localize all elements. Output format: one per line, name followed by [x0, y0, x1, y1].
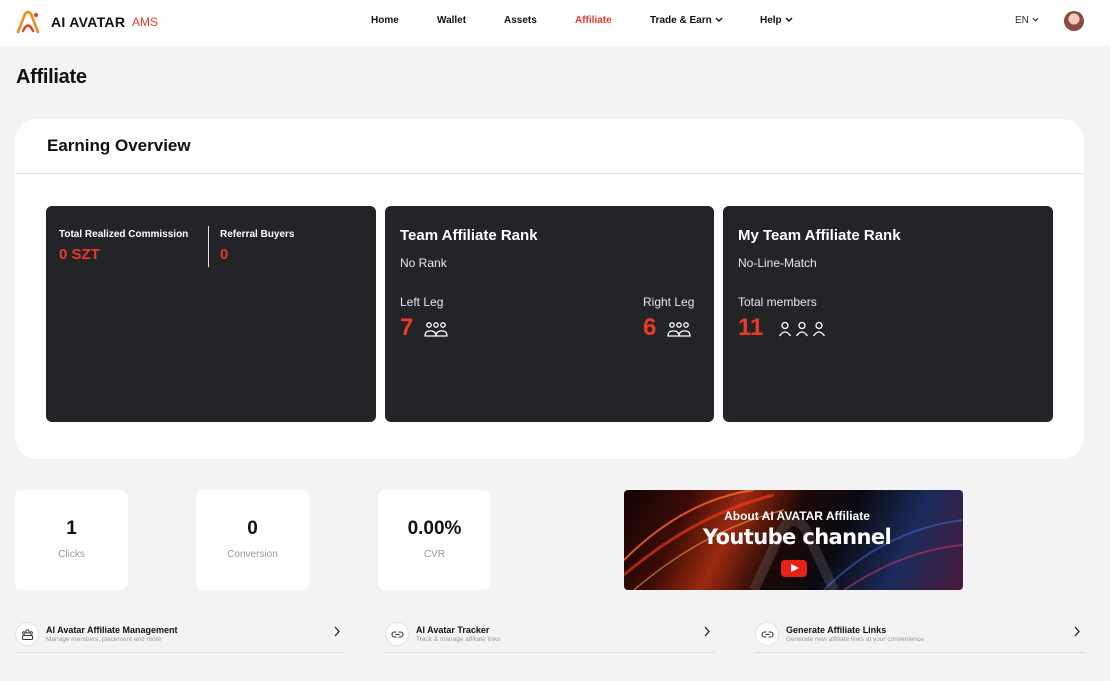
- chevron-right-icon: [1074, 626, 1080, 637]
- clicks-value: 1: [66, 518, 77, 539]
- brand-subtitle: AMS: [132, 15, 159, 29]
- management-icon-wrapper: [15, 622, 39, 646]
- nav-trade-earn[interactable]: Trade & Earn: [650, 15, 723, 26]
- clicks-stat-card: 1 Clicks: [15, 490, 128, 590]
- nav-affiliate[interactable]: Affiliate: [575, 15, 612, 26]
- nav-help-label: Help: [760, 15, 782, 26]
- management-icon: [22, 629, 33, 640]
- conversion-value: 0: [247, 518, 258, 539]
- affiliate-management-link[interactable]: AI Avatar Affiliate Management Manage me…: [15, 620, 344, 653]
- tracker-link-subtitle: Track & manage affiliate links: [416, 636, 501, 643]
- right-leg-label: Right Leg: [643, 295, 695, 309]
- total-members-count: 11: [738, 314, 764, 341]
- team-group-icon: [667, 322, 691, 337]
- nav-home[interactable]: Home: [371, 15, 399, 26]
- right-leg-count: 6: [643, 314, 657, 341]
- brand-name[interactable]: AI AVATAR: [51, 14, 125, 30]
- generate-link-title: Generate Affiliate Links: [786, 625, 887, 635]
- ai-avatar-logo-icon[interactable]: [15, 10, 41, 34]
- commission-label: Total Realized Commission: [59, 229, 189, 240]
- management-link-subtitle: Manage members, placement and more: [46, 636, 162, 643]
- chevron-right-icon: [334, 626, 340, 637]
- left-leg-label: Left Leg: [400, 295, 444, 309]
- commission-value: 0 SZT: [59, 246, 100, 263]
- conversion-stat-card: 0 Conversion: [196, 490, 309, 590]
- affiliate-tracker-link[interactable]: AI Avatar Tracker Track & manage affilia…: [385, 620, 714, 653]
- page-title: Affiliate: [16, 66, 87, 88]
- chevron-right-icon: [704, 626, 710, 637]
- referral-buyers-label: Referral Buyers: [220, 229, 295, 240]
- my-team-rank-status: No-Line-Match: [738, 256, 817, 270]
- my-team-rank-title: My Team Affiliate Rank: [738, 227, 901, 244]
- nav-wallet[interactable]: Wallet: [437, 15, 466, 26]
- tracker-link-title: AI Avatar Tracker: [416, 625, 490, 635]
- nav-help[interactable]: Help: [760, 15, 793, 26]
- language-selector[interactable]: EN: [1015, 15, 1039, 26]
- youtube-channel-banner[interactable]: About AI AVATAR Affiliate Youtube channe…: [624, 490, 963, 590]
- banner-title: Youtube channel: [702, 525, 892, 549]
- divider: [208, 226, 209, 267]
- conversion-label: Conversion: [227, 549, 278, 560]
- commission-card: Total Realized Commission 0 SZT Referral…: [46, 206, 376, 422]
- left-leg-count: 7: [400, 314, 414, 341]
- chevron-down-icon: [1032, 17, 1039, 22]
- tracker-icon-wrapper: [385, 622, 409, 646]
- cvr-value: 0.00%: [407, 518, 462, 539]
- divider: [15, 173, 1084, 174]
- nav-trade-earn-label: Trade & Earn: [650, 15, 712, 26]
- team-affiliate-rank-card: Team Affiliate Rank No Rank Left Leg 7 R…: [385, 206, 714, 422]
- youtube-play-icon[interactable]: [781, 560, 807, 577]
- cvr-label: CVR: [423, 549, 446, 560]
- cvr-stat-card: 0.00% CVR: [378, 490, 491, 590]
- generate-affiliate-links-link[interactable]: Generate Affiliate Links Generate new af…: [755, 620, 1084, 653]
- team-group-icon: [424, 322, 448, 337]
- earning-overview-panel: Earning Overview Total Realized Commissi…: [15, 119, 1084, 459]
- earning-overview-title: Earning Overview: [47, 136, 191, 155]
- link-icon: [761, 631, 774, 638]
- referral-buyers-value: 0: [220, 246, 229, 263]
- link-icon: [391, 631, 404, 638]
- nav-assets[interactable]: Assets: [504, 15, 537, 26]
- generate-icon-wrapper: [755, 622, 779, 646]
- chevron-down-icon: [715, 17, 723, 22]
- management-link-title: AI Avatar Affiliate Management: [46, 625, 178, 635]
- chevron-down-icon: [785, 17, 793, 22]
- clicks-label: Clicks: [58, 549, 85, 560]
- banner-heading: About AI AVATAR Affiliate: [724, 509, 870, 523]
- generate-link-subtitle: Generate new affiliate links at your con…: [786, 636, 924, 643]
- team-rank-value: No Rank: [400, 256, 447, 270]
- user-avatar[interactable]: [1064, 11, 1084, 31]
- total-members-label: Total members: [738, 295, 817, 309]
- members-icon: [778, 321, 826, 337]
- team-rank-title: Team Affiliate Rank: [400, 227, 538, 244]
- language-label: EN: [1015, 15, 1029, 26]
- my-team-affiliate-rank-card: My Team Affiliate Rank No-Line-Match Tot…: [723, 206, 1053, 422]
- top-navigation-bar: AI AVATAR AMS Home Wallet Assets Affilia…: [0, 0, 1110, 46]
